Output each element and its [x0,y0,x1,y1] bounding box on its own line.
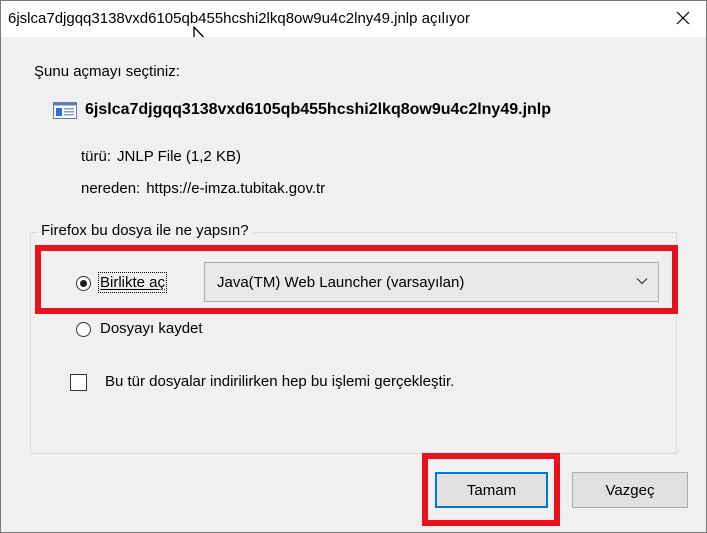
open-with-label-text: Birlikte aç [97,272,168,293]
dropdown-selected-value: Java(TM) Web Launcher (varsayılan) [217,274,465,291]
file-icon [53,102,77,119]
remember-choice-label[interactable]: Bu tür dosyalar indirilirken hep bu işle… [105,373,454,390]
save-file-radio[interactable] [76,322,91,337]
open-with-app-dropdown[interactable]: Java(TM) Web Launcher (varsayılan) [204,262,659,302]
close-icon [676,11,690,25]
remember-choice-checkbox[interactable] [70,374,87,391]
title-bar[interactable]: 6jslca7djgqq3138vxd6105qb455hcshi2lkq8ow… [1,1,706,37]
file-type-label: türü: [81,148,112,165]
open-with-label[interactable]: Birlikte aç [97,272,168,293]
chevron-down-icon [636,278,648,285]
cancel-button[interactable]: Vazgeç [572,472,688,508]
file-source-value: https://e-imza.tubitak.gov.tr [146,180,326,197]
save-file-label[interactable]: Dosyayı kaydet [100,320,203,337]
ok-button[interactable]: Tamam [435,472,548,508]
action-group-legend: Firefox bu dosya ile ne yapsın? [37,222,253,239]
file-source-row: nereden: https://e-imza.tubitak.gov.tr [81,180,325,197]
file-type-value: JNLP File (1,2 KB) [117,148,241,165]
download-dialog-window: 6jslca7djgqq3138vxd6105qb455hcshi2lkq8ow… [0,0,707,533]
close-button[interactable] [660,1,706,35]
file-name: 6jslca7djgqq3138vxd6105qb455hcshi2lkq8ow… [85,101,552,118]
window-title: 6jslca7djgqq3138vxd6105qb455hcshi2lkq8ow… [8,10,470,27]
file-source-label: nereden: [81,180,141,197]
intro-text: Şunu açmayı seçtiniz: [34,63,180,80]
dialog-content: Şunu açmayı seçtiniz: 6jslca7djgqq3138vx… [1,37,706,532]
open-with-radio[interactable] [76,276,91,291]
file-type-row: türü: JNLP File (1,2 KB) [81,148,241,165]
